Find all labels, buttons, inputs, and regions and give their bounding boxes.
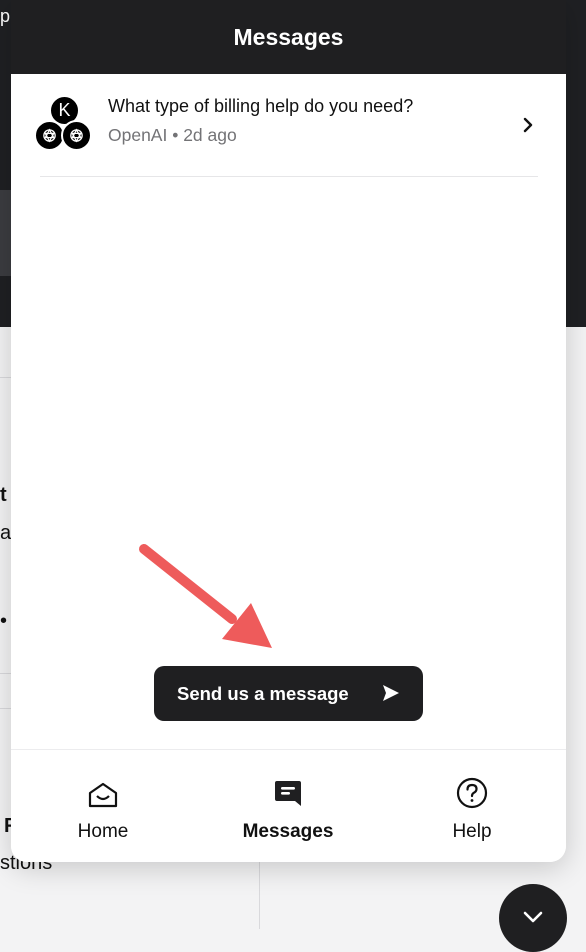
tab-home-label: Home <box>77 821 129 842</box>
home-icon <box>88 777 118 809</box>
tab-help-label: Help <box>452 821 492 842</box>
messages-icon <box>274 777 302 809</box>
send-message-button[interactable]: Send us a message <box>154 666 423 721</box>
background-text: t <box>0 484 7 506</box>
background-text: • <box>0 610 8 632</box>
conversation-title: What type of billing help do you need? <box>108 96 414 116</box>
messenger-widget: Messages K What type of billing help do … <box>11 0 566 862</box>
widget-title: Messages <box>233 23 344 50</box>
chevron-down-icon <box>523 910 543 928</box>
widget-header: Messages <box>11 0 566 74</box>
background-text: a <box>0 522 12 544</box>
background-divider <box>259 862 260 929</box>
openai-logo-icon <box>61 120 92 151</box>
conversation-meta: OpenAI • 2d ago <box>108 125 237 145</box>
avatar-group: K <box>34 95 92 153</box>
conversation-item[interactable]: K What type of billing help do you need?… <box>34 74 538 177</box>
launcher-close-button[interactable] <box>499 884 567 952</box>
tab-help[interactable]: Help <box>392 750 552 862</box>
send-message-label: Send us a message <box>177 682 349 704</box>
background-text: p <box>0 6 11 26</box>
send-icon <box>381 683 401 708</box>
avatar-letter: K <box>58 100 71 120</box>
chevron-right-icon <box>518 117 538 133</box>
tab-messages-label: Messages <box>242 821 334 842</box>
tab-messages[interactable]: Messages <box>208 750 368 862</box>
tab-home[interactable]: Home <box>23 750 183 862</box>
tab-bar: Home Messages Help <box>11 749 566 862</box>
help-icon <box>456 777 488 809</box>
